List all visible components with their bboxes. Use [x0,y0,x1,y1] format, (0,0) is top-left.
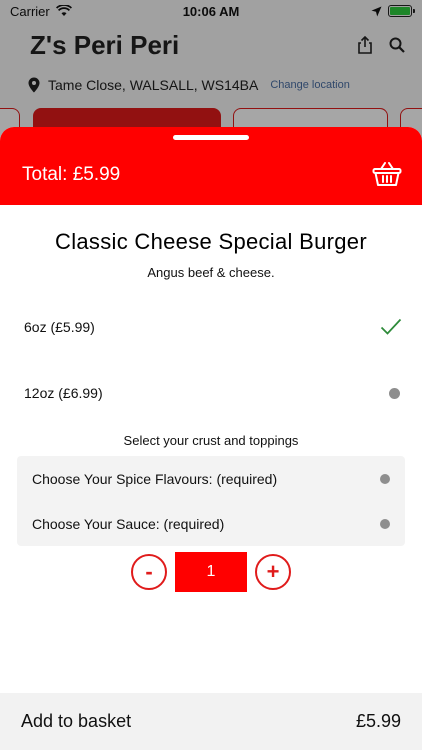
decrease-quantity-button[interactable]: - [131,554,167,590]
quantity-stepper: - 1 + [0,552,422,594]
product-title: Classic Cheese Special Burger [55,229,367,254]
check-icon [380,318,402,335]
toppings-section-label: Select your crust and toppings [123,433,299,448]
sheet-header: Total: £5.99 [0,127,422,205]
quantity-value: 1 [175,552,247,592]
product-description: Angus beef & cheese. [147,265,275,280]
size-option-6oz[interactable]: 6oz (£5.99) [0,302,422,352]
option-label: 12oz (£6.99) [24,385,103,401]
sheet-grabber[interactable] [173,135,249,140]
unselected-dot-icon [380,473,390,484]
add-to-basket-price: £5.99 [355,711,401,731]
sauce-choice[interactable]: Choose Your Sauce: (required) [17,501,405,546]
choice-label: Choose Your Sauce: (required) [32,515,225,532]
choice-label: Choose Your Spice Flavours: (required) [32,470,278,487]
add-to-basket-bar[interactable]: Add to basket £5.99 [0,693,422,750]
option-label: 6oz (£5.99) [24,319,95,335]
unselected-dot-icon [380,518,390,529]
product-sheet: Total: £5.99 Classic Cheese Special Burg… [0,127,422,750]
required-choices-box: Choose Your Spice Flavours: (required) C… [17,456,405,546]
unselected-dot-icon [389,387,400,399]
increase-quantity-button[interactable]: + [255,554,291,590]
size-option-12oz[interactable]: 12oz (£6.99) [0,368,422,418]
spice-flavours-choice[interactable]: Choose Your Spice Flavours: (required) [17,456,405,501]
total-label: Total: £5.99 [22,164,121,185]
add-to-basket-label: Add to basket [21,711,132,731]
basket-icon[interactable] [372,161,402,187]
